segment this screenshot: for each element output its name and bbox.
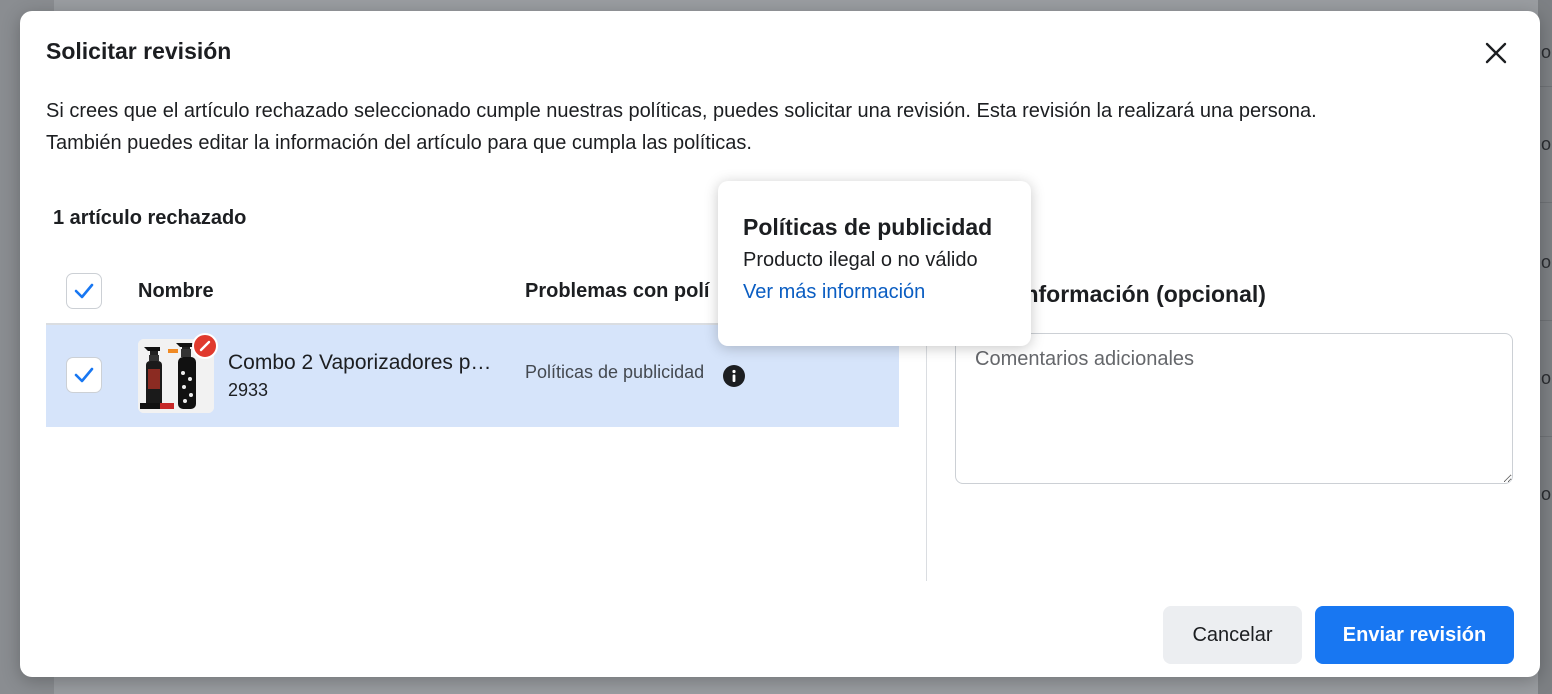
rejected-badge — [192, 333, 218, 359]
background-text: or — [1541, 484, 1552, 504]
background-divider — [1538, 202, 1552, 203]
column-header-issues: Problemas con polí — [525, 280, 710, 302]
background-divider — [1538, 86, 1552, 87]
close-button[interactable] — [1480, 37, 1512, 69]
product-id: 2933 — [228, 380, 269, 400]
column-divider — [926, 325, 927, 581]
background-divider — [1538, 320, 1552, 321]
info-icon[interactable] — [723, 365, 745, 387]
close-icon — [1485, 42, 1507, 64]
prohibited-icon — [199, 340, 211, 352]
checkmark-icon — [74, 283, 94, 299]
comments-label-text: Agrega más información (opcional) — [972, 281, 1266, 307]
rejected-count-title: 1 artículo rechazado — [53, 207, 247, 229]
background-text: or — [1541, 42, 1552, 62]
checkmark-icon — [74, 367, 94, 383]
background-text: or — [1541, 368, 1552, 388]
see-more-info-link[interactable]: Ver más información — [743, 281, 925, 304]
request-review-dialog: Solicitar revisión Si crees que el artíc… — [20, 11, 1540, 677]
policy-tooltip: Políticas de publicidad Producto ilegal … — [718, 181, 1031, 346]
comments-label: Agrega más información (opcional) — [972, 281, 1522, 308]
tooltip-body: Producto ilegal o no válido — [743, 249, 978, 271]
background-text: or — [1541, 252, 1552, 272]
submit-review-button[interactable]: Enviar revisión — [1315, 606, 1514, 664]
comments-textarea[interactable] — [955, 333, 1513, 484]
dialog-title: Solicitar revisión — [46, 38, 232, 64]
description-line: Si crees que el artículo rechazado selec… — [46, 100, 1317, 122]
product-issue: Políticas de publicidad — [525, 362, 705, 382]
background-side-panel — [1538, 0, 1552, 694]
cancel-button[interactable]: Cancelar — [1163, 606, 1302, 664]
background-text: or — [1541, 134, 1552, 154]
column-header-name: Nombre — [138, 280, 214, 302]
product-name: Combo 2 Vaporizadores para Barbería y Pe… — [228, 351, 498, 374]
description-line: También puedes editar la información del… — [46, 132, 752, 154]
tooltip-title: Políticas de publicidad — [743, 214, 993, 240]
dialog-description: Si crees que el artículo rechazado selec… — [46, 95, 1506, 159]
background-divider — [1538, 436, 1552, 437]
info-glyph-icon — [732, 369, 736, 382]
row-checkbox[interactable] — [66, 357, 102, 393]
select-all-checkbox[interactable] — [66, 273, 102, 309]
